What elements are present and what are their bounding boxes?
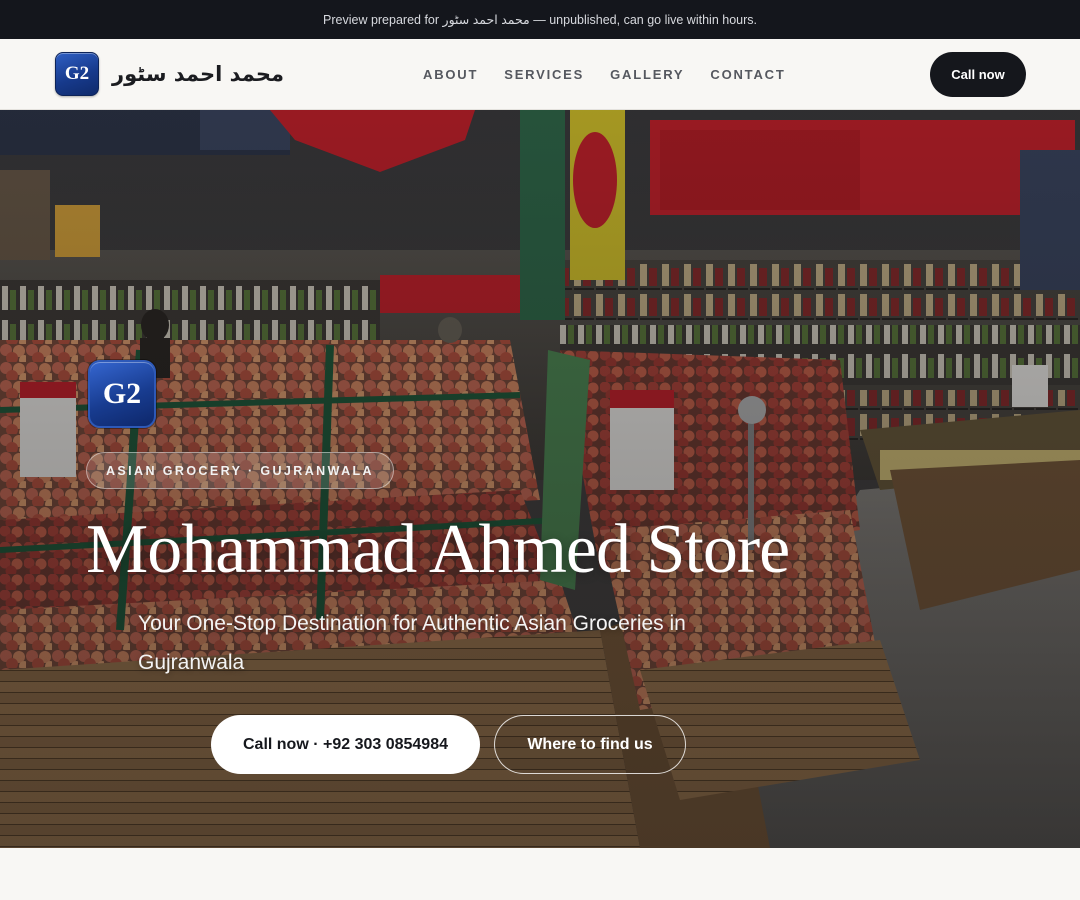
hero-eyebrow-text: ASIAN GROCERY · GUJRANWALA (106, 463, 374, 478)
nav-link-about[interactable]: ABOUT (410, 61, 491, 88)
where-to-find-us-button[interactable]: Where to find us (494, 715, 686, 774)
site-header: G2 محمد احمد سٹور ABOUT SERVICES GALLERY… (0, 39, 1080, 110)
nav-link-gallery[interactable]: GALLERY (597, 61, 697, 88)
nav-link-contact[interactable]: CONTACT (697, 61, 798, 88)
preview-banner: Preview prepared for محمد احمد سٹور — un… (0, 0, 1080, 39)
hero-section: G2 ASIAN GROCERY · GUJRANWALA Mohammad A… (0, 110, 1080, 848)
next-section (0, 848, 1080, 900)
hero-eyebrow-pill: ASIAN GROCERY · GUJRANWALA (86, 452, 394, 489)
header-call-button[interactable]: Call now (930, 52, 1026, 97)
hero-subtitle: Your One-Stop Destination for Authentic … (138, 612, 686, 674)
hero-title: Mohammad Ahmed Store (86, 511, 790, 588)
preview-banner-text: Preview prepared for محمد احمد سٹور — un… (323, 13, 757, 27)
hero-logo: G2 (88, 360, 156, 428)
brand-name[interactable]: محمد احمد سٹور (112, 59, 284, 89)
nav-link-services[interactable]: SERVICES (491, 61, 597, 88)
main-nav: ABOUT SERVICES GALLERY CONTACT (410, 39, 799, 109)
logo-badge[interactable]: G2 (55, 52, 99, 96)
call-now-phone-button[interactable]: Call now · +92 303 0854984 (211, 715, 480, 774)
